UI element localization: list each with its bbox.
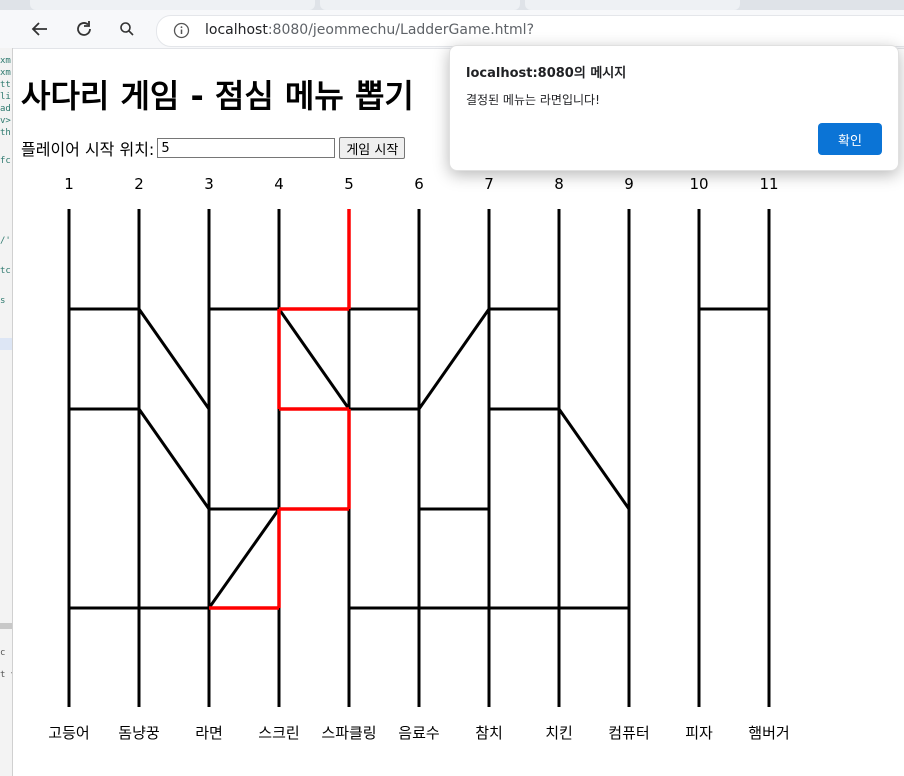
menu-result-label: 참치 [475, 724, 503, 742]
browser-tab[interactable] [525, 0, 740, 10]
url-host: localhost [205, 22, 268, 38]
browser-toolbar: localhost:8080/jeommechu/LadderGame.html… [0, 10, 904, 49]
alert-dialog: localhost:8080의 메시지 결정된 메뉴는 라면입니다! 확인 [449, 45, 899, 171]
menu-result-label: 돔냥꿍 [118, 724, 160, 742]
column-number-label: 7 [484, 175, 494, 193]
url-text: localhost:8080/jeommechu/LadderGame.html… [205, 22, 534, 38]
menu-result-label: 음료수 [398, 724, 439, 742]
column-number-label: 2 [134, 175, 144, 193]
column-number-label: 5 [344, 175, 354, 193]
ladder-rung [137, 308, 211, 410]
menu-result-label: 피자 [685, 724, 713, 742]
reload-button[interactable] [70, 16, 98, 42]
url-path: :8080/jeommechu/LadderGame.html? [267, 22, 534, 38]
ladder-rung [557, 408, 631, 510]
column-number-label: 9 [624, 175, 634, 193]
back-arrow-icon [31, 22, 47, 36]
search-button[interactable] [113, 16, 141, 42]
column-number-label: 1 [64, 175, 74, 193]
back-button[interactable] [26, 16, 54, 42]
info-icon[interactable] [173, 22, 190, 39]
column-number-label: 4 [274, 175, 284, 193]
column-number-label: 6 [414, 175, 424, 193]
dialog-ok-button[interactable]: 확인 [818, 123, 882, 155]
devtools-sliver: ole xm xm tt li ad v> th fc /' tc s c t … [0, 48, 13, 776]
tab-strip [0, 0, 904, 10]
column-number-label: 3 [204, 175, 214, 193]
ladder-rung [207, 508, 281, 609]
browser-tab[interactable] [320, 0, 520, 10]
column-number-label: 11 [759, 175, 778, 193]
ladder-rung [417, 308, 491, 410]
column-number-label: 10 [689, 175, 708, 193]
menu-result-label: 라면 [195, 724, 223, 742]
menu-result-label: 치킨 [545, 724, 573, 742]
ladder-rung [137, 408, 211, 510]
ladder-rung [277, 308, 351, 410]
reload-icon [77, 21, 91, 36]
menu-result-label: 고등어 [48, 724, 89, 742]
search-icon [120, 22, 134, 36]
menu-result-label: 스파클링 [321, 724, 376, 742]
dialog-message: 결정된 메뉴는 라면입니다! [466, 93, 600, 107]
menu-result-label: 햄버거 [748, 724, 789, 742]
menu-result-label: 스크린 [258, 724, 299, 742]
menu-result-label: 컴퓨터 [608, 724, 649, 742]
browser-tab[interactable] [30, 0, 315, 10]
address-bar[interactable]: localhost:8080/jeommechu/LadderGame.html… [156, 15, 904, 47]
column-number-label: 8 [554, 175, 564, 193]
dialog-title: localhost:8080의 메시지 [466, 66, 627, 81]
